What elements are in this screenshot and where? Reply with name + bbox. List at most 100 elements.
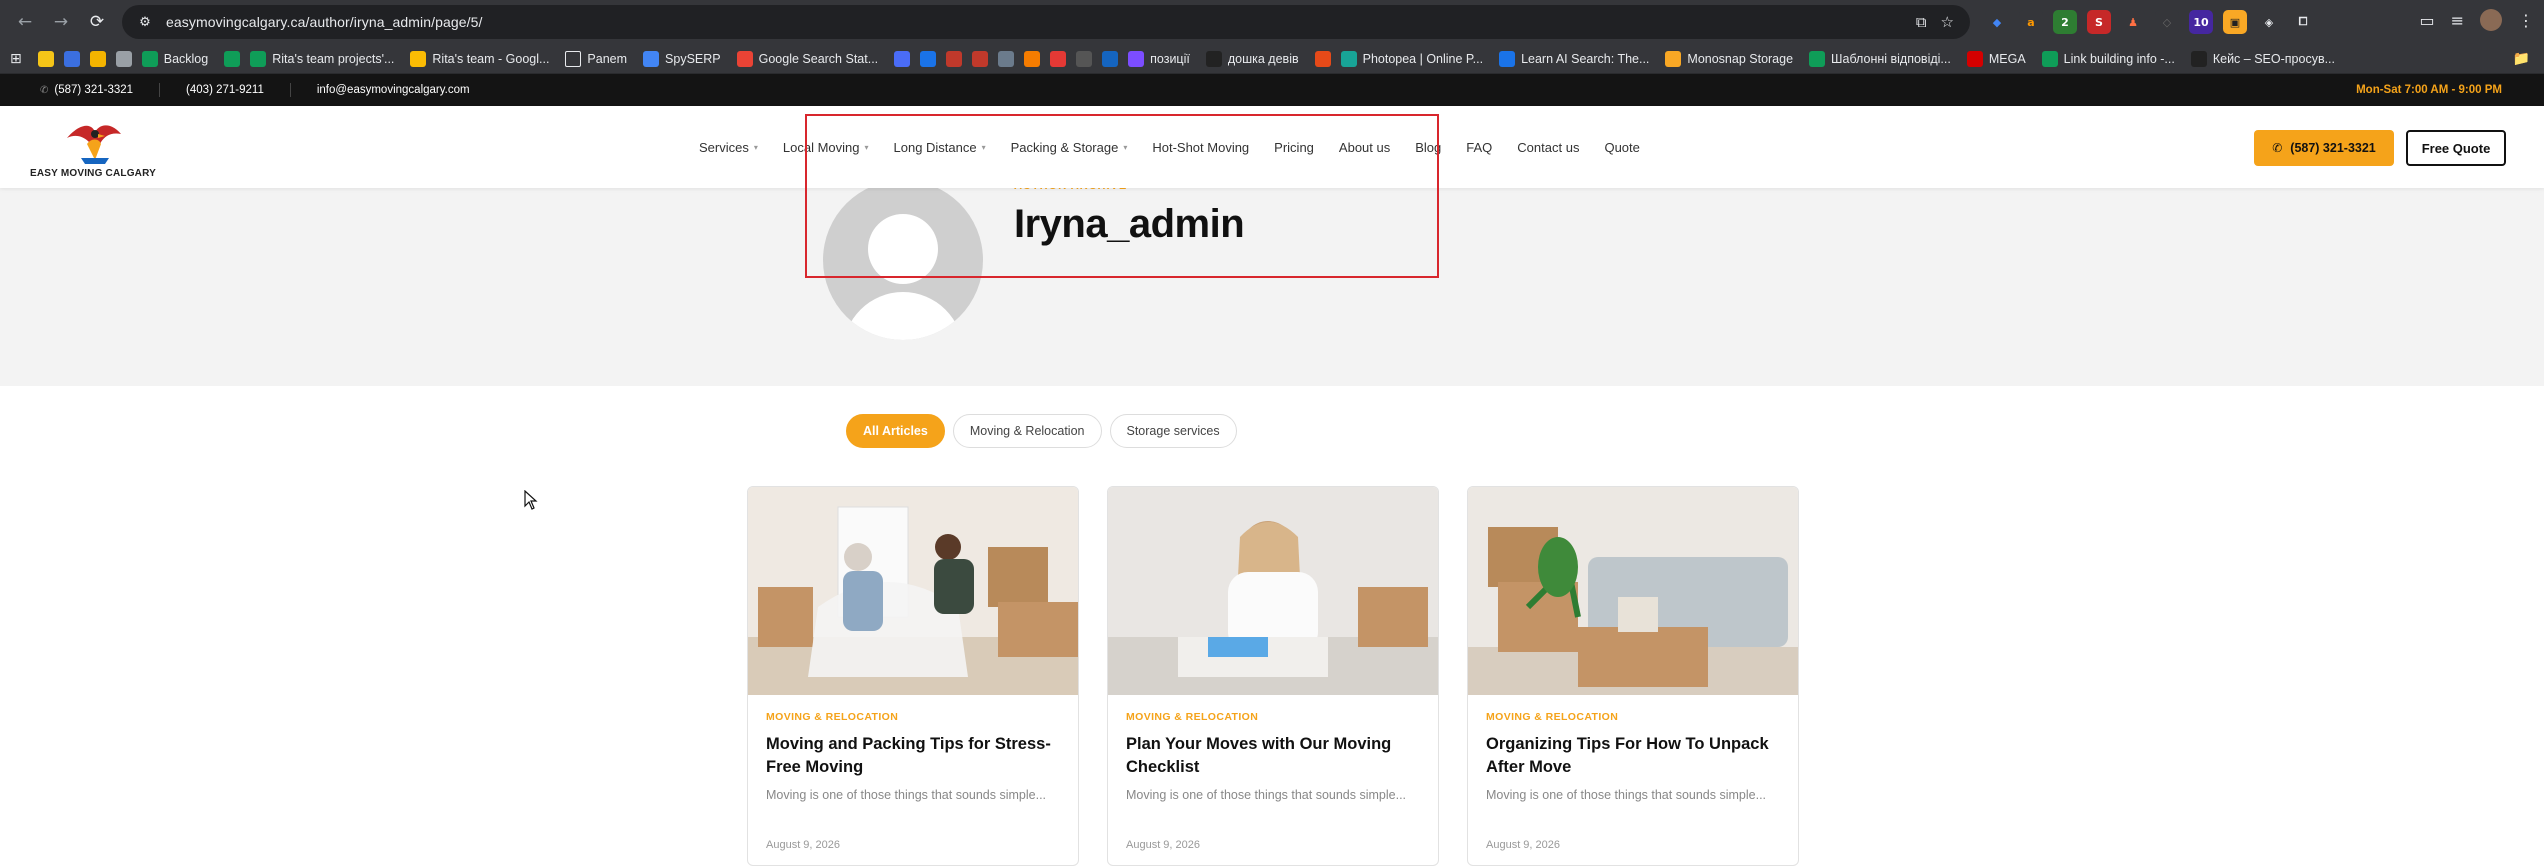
post-card[interactable]: MOVING & RELOCATION Organizing Tips For … [1467, 486, 1799, 866]
extension-icon[interactable]: ♟ [2121, 10, 2145, 34]
bookmark-favicon-icon [115, 50, 132, 67]
nav-item-services[interactable]: Services ▾ [699, 140, 758, 155]
extension-icon[interactable]: 2 [2053, 10, 2077, 34]
nav-item-pricing[interactable]: Pricing [1274, 140, 1314, 155]
post-category[interactable]: MOVING & RELOCATION [1126, 711, 1258, 723]
bookmark-item[interactable]: Monosnap Storage [1665, 50, 1793, 67]
bookmark-favicon-icon [1076, 50, 1093, 67]
reload-icon[interactable]: ⟳ [82, 7, 112, 37]
apps-grid-icon[interactable]: ⊞ [10, 51, 22, 67]
bookmark-item[interactable]: Кейс – SEO-просув... [2190, 50, 2335, 67]
bookmark-item[interactable]: Rita's team projects'... [250, 50, 395, 67]
bookmark-icon-only[interactable] [998, 50, 1015, 67]
extension-icon[interactable]: ◇ [2155, 10, 2179, 34]
bookmark-label: Rita's team projects'... [272, 51, 395, 66]
bookmark-icon-only[interactable] [1024, 50, 1041, 67]
topbar-phone-1[interactable]: ✆ (587) 321-3321 [40, 84, 133, 96]
nav-item-long-distance[interactable]: Long Distance ▾ [894, 140, 986, 155]
url-text[interactable]: easymovingcalgary.ca/author/iryna_admin/… [166, 14, 483, 30]
all-bookmarks-icon[interactable]: 📁 [2513, 51, 2530, 67]
bookmark-icon-only[interactable] [894, 50, 911, 67]
post-card[interactable]: MOVING & RELOCATION Plan Your Moves with… [1107, 486, 1439, 866]
nav-item-local-moving[interactable]: Local Moving ▾ [783, 140, 869, 155]
extension-icon[interactable]: ◈ [2257, 10, 2281, 34]
post-thumbnail[interactable] [1108, 487, 1438, 695]
nav-item-blog[interactable]: Blog [1415, 140, 1441, 155]
chevron-down-icon: ▾ [753, 142, 758, 152]
media-icon[interactable]: ≡ [2451, 11, 2464, 30]
bookmark-icon-only[interactable] [224, 50, 241, 67]
nav-item-quote[interactable]: Quote [1604, 140, 1639, 155]
post-title[interactable]: Moving and Packing Tips for Stress-Free … [766, 733, 1066, 779]
bookmark-icon-only[interactable] [946, 50, 963, 67]
post-title[interactable]: Organizing Tips For How To Unpack After … [1486, 733, 1786, 779]
bookmark-item[interactable]: MEGA [1966, 50, 2026, 67]
bookmark-icon-only[interactable] [89, 50, 106, 67]
extensions-row: ◆ a 2 S ♟ ◇ 10 ▣ ◈ ⧠ [1985, 10, 2315, 34]
post-thumbnail[interactable] [748, 487, 1078, 695]
extension-icon[interactable]: S [2087, 10, 2111, 34]
extension-icon[interactable]: ◆ [1985, 10, 2009, 34]
bookmark-favicon-icon [224, 50, 241, 67]
extension-icon[interactable]: a [2019, 10, 2043, 34]
site-info-icon[interactable]: ⚙ [134, 11, 156, 33]
bookmark-label: MEGA [1988, 51, 2026, 66]
bookmark-star-icon[interactable]: ☆ [1941, 13, 1954, 31]
bookmark-item[interactable]: позиції [1128, 50, 1190, 67]
post-card[interactable]: MOVING & RELOCATION Moving and Packing T… [747, 486, 1079, 866]
nav-item-contact-us[interactable]: Contact us [1517, 140, 1579, 155]
filter-chip[interactable]: Moving & Relocation [952, 414, 1102, 448]
bookmark-icon-only[interactable] [37, 50, 54, 67]
bookmark-icon-only[interactable] [1314, 50, 1331, 67]
topbar-email[interactable]: info@easymovingcalgary.com [317, 84, 470, 96]
bookmark-item[interactable]: Photopea | Online P... [1340, 50, 1483, 67]
post-category[interactable]: MOVING & RELOCATION [1486, 711, 1618, 723]
post-category[interactable]: MOVING & RELOCATION [766, 711, 898, 723]
bookmark-item[interactable]: Learn AI Search: The... [1499, 50, 1649, 67]
chevron-down-icon: ▾ [864, 142, 869, 152]
bookmark-favicon-icon [565, 50, 582, 67]
bookmark-item[interactable]: Backlog [141, 50, 208, 67]
bookmark-icon-only[interactable] [1076, 50, 1093, 67]
bookmark-item[interactable]: Google Search Stat... [736, 50, 878, 67]
filter-chip[interactable]: All Articles [846, 414, 945, 448]
post-thumbnail[interactable] [1468, 487, 1798, 695]
nav-item-hot-shot-moving[interactable]: Hot-Shot Moving [1152, 140, 1249, 155]
bookmark-item[interactable]: Rita's team - Googl... [410, 50, 549, 67]
bookmark-icon-only[interactable] [972, 50, 989, 67]
bookmark-icon-only[interactable] [1050, 50, 1067, 67]
bookmark-item[interactable]: Link building info -... [2041, 50, 2175, 67]
profile-avatar[interactable] [2480, 9, 2502, 31]
post-title[interactable]: Plan Your Moves with Our Moving Checklis… [1126, 733, 1426, 779]
bookmark-item[interactable]: SpySERP [643, 50, 721, 67]
nav-item-faq[interactable]: FAQ [1466, 140, 1492, 155]
bookmark-icon-only[interactable] [920, 50, 937, 67]
site-header: EASY MOVING CALGARY Services ▾ Local Movin… [0, 106, 2544, 188]
nav-item-about-us[interactable]: About us [1339, 140, 1390, 155]
author-name: Iryna_admin [1014, 202, 1245, 246]
bookmark-item[interactable]: Шаблонні відповіді... [1809, 50, 1951, 67]
bookmark-icon-only[interactable] [1102, 50, 1119, 67]
bookmark-icon-only[interactable] [63, 50, 80, 67]
extension-icon[interactable]: 10 [2189, 10, 2213, 34]
bookmark-item[interactable]: Panem [565, 50, 627, 67]
nav-item-packing-storage[interactable]: Packing & Storage ▾ [1011, 140, 1128, 155]
back-icon[interactable]: ← [10, 7, 40, 37]
bookmarks-bar: ⊞ Backlog Rita's team projects'... Rita's … [0, 44, 2544, 74]
extensions-puzzle-icon[interactable]: ⧠ [2291, 10, 2315, 34]
free-quote-button[interactable]: Free Quote [2406, 130, 2506, 166]
topbar-phone-2[interactable]: (403) 271-9211 [186, 84, 264, 96]
filter-chip[interactable]: Storage services [1109, 414, 1237, 448]
menu-kebab-icon[interactable]: ⋮ [2518, 11, 2534, 30]
bookmark-favicon-icon [920, 50, 937, 67]
translate-icon[interactable]: ⧉ [1916, 13, 1927, 31]
call-button[interactable]: ✆ (587) 321-3321 [2254, 130, 2394, 166]
bookmark-icon-only[interactable] [115, 50, 132, 67]
forward-icon[interactable]: → [46, 7, 76, 37]
side-panel-icon[interactable]: ▭ [2419, 11, 2434, 30]
bookmark-item[interactable]: дошка девів [1205, 50, 1299, 67]
extension-icon[interactable]: ▣ [2223, 10, 2247, 34]
site-logo[interactable]: EASY MOVING CALGARY [30, 118, 156, 182]
address-bar[interactable]: ⚙ easymovingcalgary.ca/author/iryna_admi… [122, 5, 1970, 39]
bookmark-label: Шаблонні відповіді... [1831, 51, 1951, 66]
